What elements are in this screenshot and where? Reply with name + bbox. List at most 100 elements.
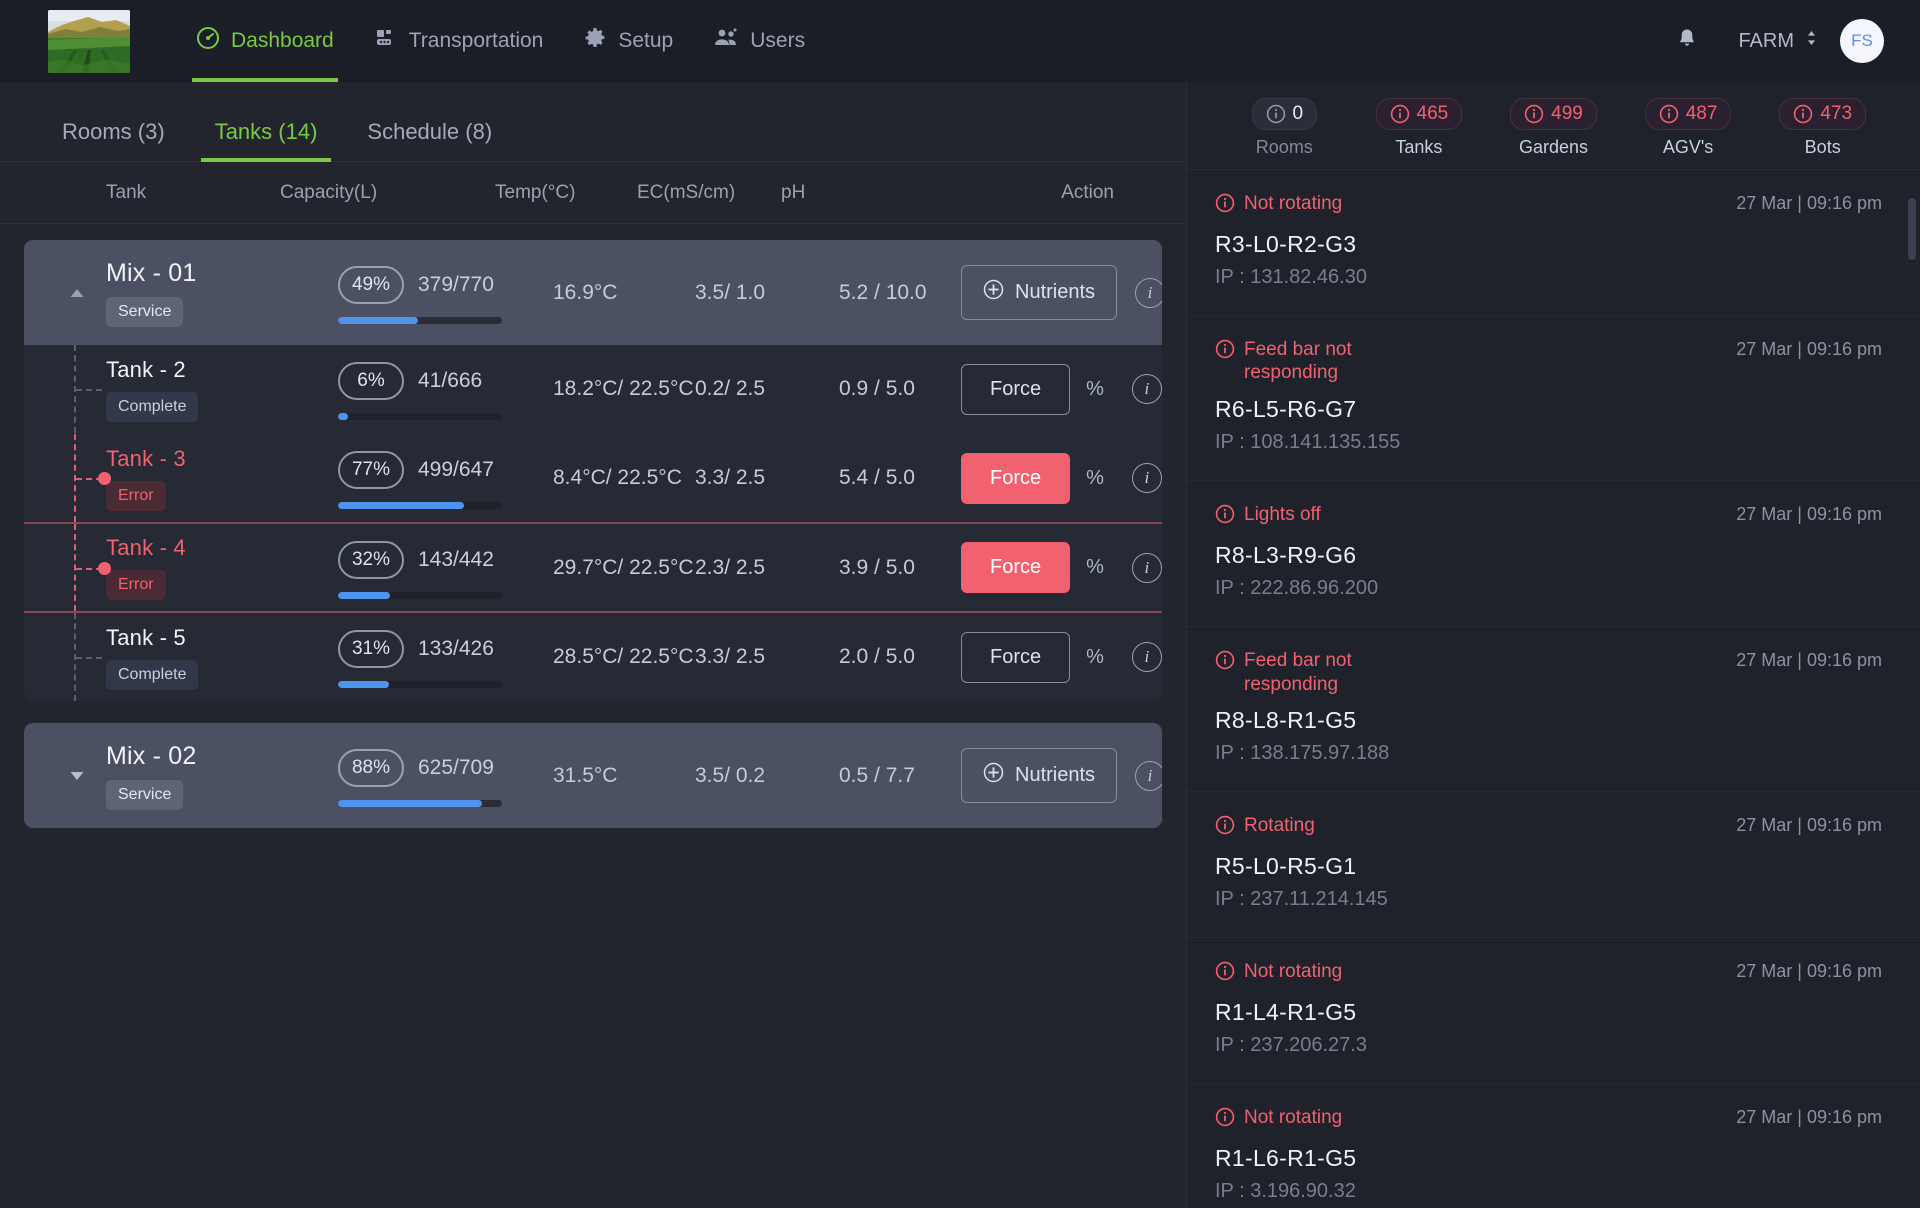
alert-item[interactable]: Not rotating 27 Mar | 09:16 pm R1-L6-R1-… [1187,1084,1920,1208]
status-badge: Complete [106,392,198,422]
nav-item-users[interactable]: Users [693,0,825,82]
farm-selector[interactable]: FARM [1738,28,1818,54]
info-icon[interactable]: i [1132,642,1162,672]
notification-bell-button[interactable] [1662,19,1712,64]
alert-ip-address: IP : 3.196.90.32 [1215,1180,1882,1203]
capacity-percent: 88% [338,749,404,787]
tank-name-cell: Tank - 4 Error [106,535,338,600]
tank-name: Mix - 01 [106,259,338,288]
tank-row[interactable]: Tank - 3 Error 77% 499/647 8.4°C/ 22.5°C… [24,434,1162,523]
tab-tanks[interactable]: Tanks (14) [201,119,332,161]
status-badge: Complete [106,660,198,690]
capacity-cell: 49% 379/770 [338,262,553,324]
info-icon [1266,104,1286,124]
tank-row[interactable]: Tank - 4 Error 32% 143/442 29.7°C/ 22.5°… [24,523,1162,612]
alert-item[interactable]: Not rotating 27 Mar | 09:16 pm R1-L4-R1-… [1187,938,1920,1084]
nutrients-button[interactable]: Nutrients [961,265,1117,320]
info-icon[interactable]: i [1132,553,1162,583]
capacity-percent: 77% [338,451,404,489]
capacity-value: 133/426 [418,637,494,661]
nutrients-button[interactable]: Nutrients [961,748,1117,803]
force-button[interactable]: Force [961,364,1070,415]
tab-schedule[interactable]: Schedule (8) [353,119,506,161]
stat-agvs[interactable]: 487 AGV's [1621,98,1756,158]
alert-item[interactable]: Rotating 27 Mar | 09:16 pm R5-L0-R5-G1 I… [1187,792,1920,938]
tank-name-cell: Tank - 3 Error [106,446,338,511]
avatar[interactable]: FS [1840,19,1884,63]
status-stats-row: 0 Rooms 465 Tanks 499 Gardens 487 AGV's … [1187,82,1920,170]
info-icon [1793,104,1813,124]
info-icon[interactable]: i [1135,761,1162,791]
action-cell: Force % i S [961,453,1162,504]
alert-item[interactable]: Feed bar not responding 27 Mar | 09:16 p… [1187,627,1920,793]
nav-item-setup[interactable]: Setup [563,0,693,82]
ec-value: 3.5/ 0.2 [695,764,839,788]
alert-ip-address: IP : 222.86.96.200 [1215,577,1882,600]
stat-gardens[interactable]: 499 Gardens [1486,98,1621,158]
column-header-temp: Temp(°C) [495,182,637,204]
capacity-progress-fill [338,317,418,324]
force-button[interactable]: Force [961,453,1070,504]
tank-name: Tank - 3 [106,446,338,472]
chevron-up-icon[interactable] [48,287,106,299]
capacity-progress-track [338,413,502,420]
tank-group: Mix - 01 Service 49% 379/770 16.9°C 3.5/… [24,240,1162,701]
alert-timestamp: 27 Mar | 09:16 pm [1736,1106,1882,1128]
percent-toggle[interactable]: % [1086,556,1104,579]
alert-device-code: R1-L4-R1-G5 [1215,999,1882,1026]
capacity-progress-fill [338,681,389,688]
capacity-value: 379/770 [418,273,494,297]
stat-pill: 487 [1645,98,1732,130]
tank-group-header-row[interactable]: Mix - 01 Service 49% 379/770 16.9°C 3.5/… [24,240,1162,345]
temp-value: 28.5°C/ 22.5°C [553,645,695,669]
stat-bots[interactable]: 473 Bots [1755,98,1890,158]
nutrients-button-label: Nutrients [1015,281,1095,304]
info-icon[interactable]: i [1135,278,1162,308]
alert-item[interactable]: Not rotating 27 Mar | 09:16 pm R3-L0-R2-… [1187,170,1920,316]
capacity-percent: 6% [338,362,404,400]
status-badge: Service [106,780,183,810]
alert-item[interactable]: Lights off 27 Mar | 09:16 pm R8-L3-R9-G6… [1187,481,1920,627]
status-badge: Error [106,570,166,600]
capacity-progress-fill [338,592,390,599]
percent-toggle[interactable]: % [1086,646,1104,669]
alert-device-code: R8-L8-R1-G5 [1215,707,1882,734]
force-button[interactable]: Force [961,542,1070,593]
action-cell: Force % i A [961,542,1162,593]
alert-item[interactable]: Feed bar not responding 27 Mar | 09:16 p… [1187,316,1920,482]
alert-title-text: Lights off [1244,503,1321,527]
dashboard-gauge-icon [196,26,220,56]
force-button[interactable]: Force [961,632,1070,683]
stat-rooms[interactable]: 0 Rooms [1217,98,1352,158]
gear-icon [583,26,607,56]
tank-row[interactable]: Tank - 2 Complete 6% 41/666 18.2°C/ 22.5… [24,345,1162,434]
info-icon[interactable]: i [1132,463,1162,493]
tank-group-header-row[interactable]: Mix - 02 Service 88% 625/709 31.5°C 3.5/… [24,723,1162,828]
percent-toggle[interactable]: % [1086,467,1104,490]
alert-device-code: R5-L0-R5-G1 [1215,853,1882,880]
tab-rooms[interactable]: Rooms (3) [48,119,179,161]
tank-name: Mix - 02 [106,742,338,771]
nav-item-dashboard[interactable]: Dashboard [176,0,354,82]
capacity-percent: 31% [338,630,404,668]
alerts-scrollbar[interactable] [1908,198,1916,260]
info-icon [1215,1107,1235,1134]
alert-title: Not rotating [1215,960,1342,988]
percent-toggle[interactable]: % [1086,378,1104,401]
stat-tanks[interactable]: 465 Tanks [1352,98,1487,158]
nav-item-transportation[interactable]: Transportation [354,0,564,82]
nutrients-button-label: Nutrients [1015,764,1095,787]
capacity-progress-track [338,800,502,807]
tree-connector [48,613,106,701]
info-icon[interactable]: i [1132,374,1162,404]
alert-timestamp: 27 Mar | 09:16 pm [1736,649,1882,671]
temp-value: 18.2°C/ 22.5°C [553,377,695,401]
capacity-cell: 6% 41/666 [338,358,553,420]
alert-ip-address: IP : 108.141.135.155 [1215,431,1882,454]
alert-title-text: Not rotating [1244,960,1342,984]
tank-row[interactable]: Tank - 5 Complete 31% 133/426 28.5°C/ 22… [24,612,1162,701]
chevron-down-icon[interactable] [48,770,106,782]
capacity-cell: 88% 625/709 [338,745,553,807]
farm-field-thumbnail[interactable] [48,10,130,73]
capacity-progress-track [338,502,502,509]
